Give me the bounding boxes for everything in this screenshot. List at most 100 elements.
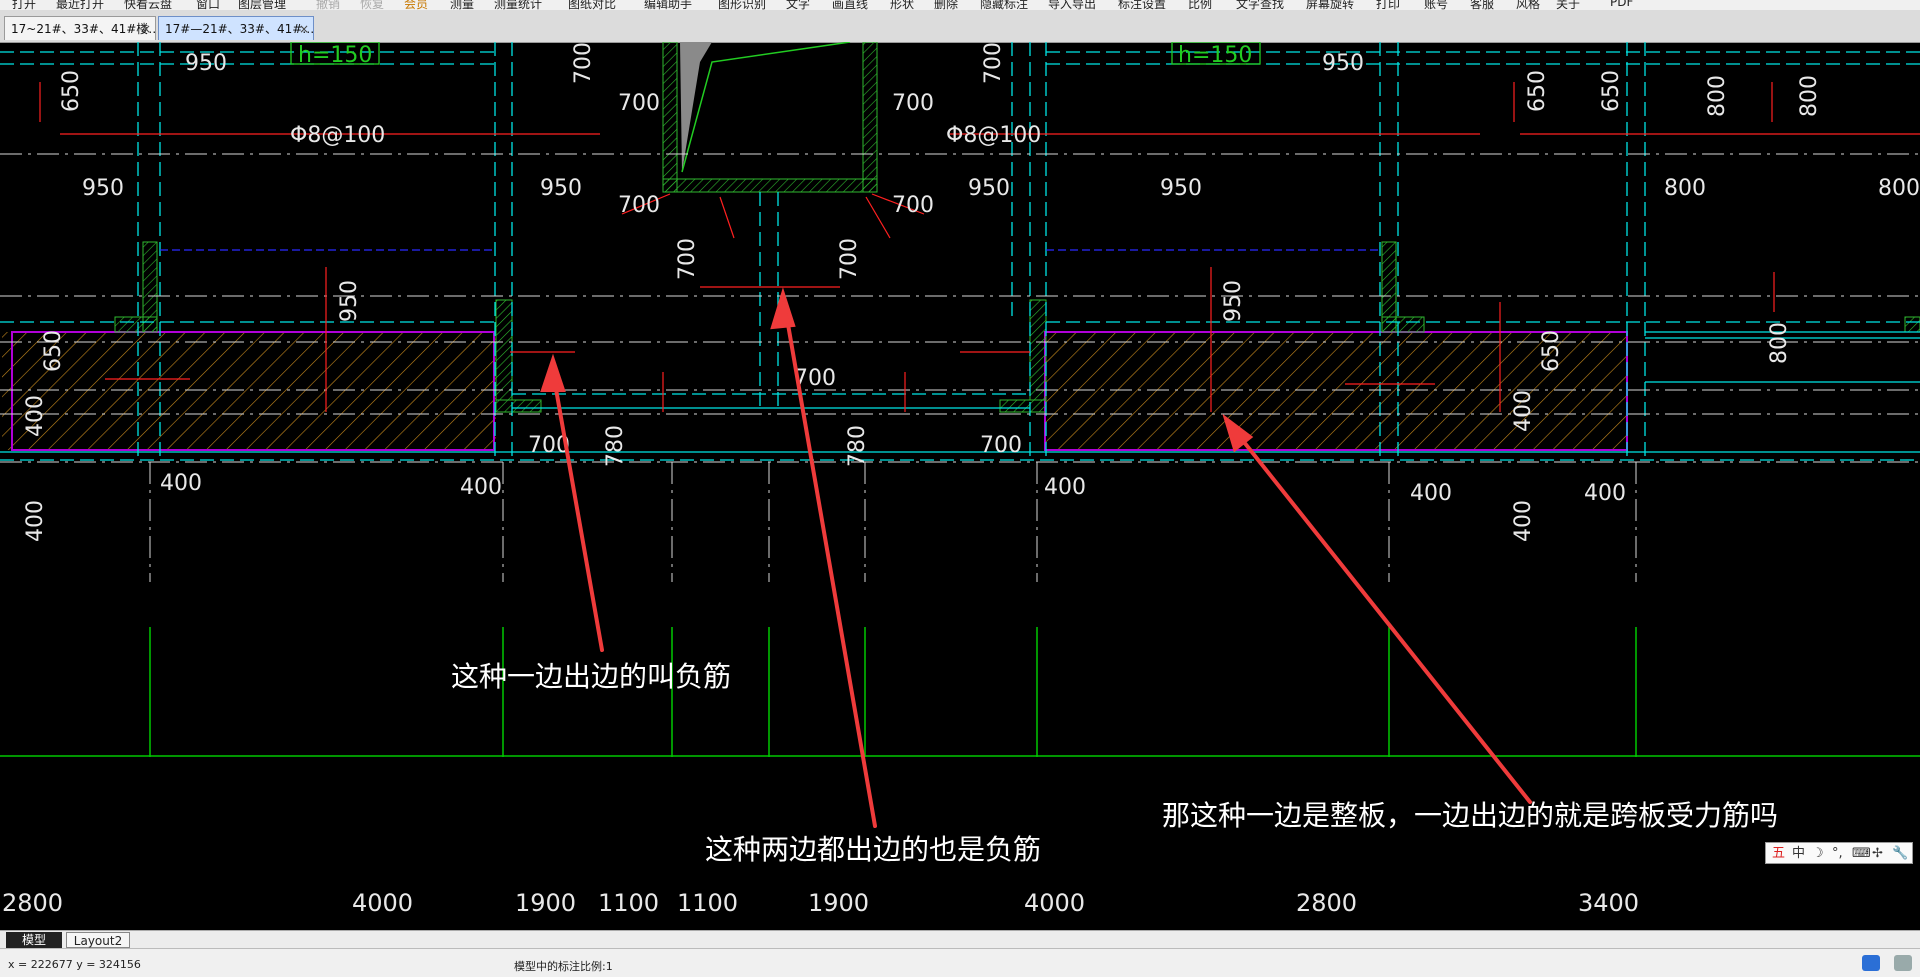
dimension-text: 950 bbox=[1322, 51, 1364, 76]
menu-item[interactable]: 图层管理 bbox=[238, 0, 286, 10]
layout-tab-bar: 模型 Layout2 bbox=[0, 930, 1920, 949]
menu-item[interactable]: 编辑助手 bbox=[644, 0, 692, 10]
rebar-spec-label: Φ8@100 bbox=[946, 123, 1041, 148]
slab-thickness-label: h=150 bbox=[1178, 43, 1252, 68]
dimension-text: 950 bbox=[82, 176, 124, 201]
coordinates-readout: x = 222677 y = 324156 bbox=[8, 958, 141, 971]
ime-item-icon[interactable]: ☽ bbox=[1812, 843, 1824, 865]
menu-item[interactable]: 账号 bbox=[1424, 0, 1448, 10]
menu-item[interactable]: 形状 bbox=[890, 0, 914, 10]
menu-item[interactable]: 最近打开 bbox=[56, 0, 104, 10]
menu-item[interactable]: 会员 bbox=[404, 0, 428, 10]
menu-item[interactable]: 导入导出 bbox=[1048, 0, 1096, 10]
dimension-text: 950 bbox=[1160, 176, 1202, 201]
document-tab-bar: 17~21#、33#、41#楼… × 17#—21#、33#、41#… × bbox=[0, 10, 1920, 43]
menu-item[interactable]: 图纸对比 bbox=[568, 0, 616, 10]
drawing-text-layer: h=150 h=150 Φ8@100 Φ8@100 950 650 700 700 700 700… bbox=[2, 42, 1920, 917]
dimension-text: 650 bbox=[1539, 330, 1564, 372]
menu-item[interactable]: 关于 bbox=[1556, 0, 1580, 10]
dimension-text: 650 bbox=[1525, 70, 1550, 112]
axis-dimension-text: 3400 bbox=[1578, 889, 1639, 917]
dimension-text: 800 bbox=[1767, 322, 1792, 364]
tray-app-icon[interactable] bbox=[1862, 955, 1880, 971]
ime-item-icon[interactable]: 中 bbox=[1792, 843, 1805, 865]
tab-layout2[interactable]: Layout2 bbox=[66, 932, 130, 948]
menu-item[interactable]: 画直线 bbox=[832, 0, 868, 10]
menu-item[interactable]: 文字查找 bbox=[1236, 0, 1284, 10]
ime-item-icon[interactable]: 五 bbox=[1772, 843, 1785, 865]
dimension-text: 400 bbox=[23, 500, 48, 542]
menu-item[interactable]: 窗口 bbox=[196, 0, 220, 10]
menu-item[interactable]: 屏幕旋转 bbox=[1306, 0, 1354, 10]
dimension-text: 950 bbox=[968, 176, 1010, 201]
dimension-text: 780 bbox=[603, 425, 628, 467]
dimension-text: 700 bbox=[618, 91, 660, 116]
document-tab-1[interactable]: 17~21#、33#、41#楼… × bbox=[4, 16, 156, 40]
annotation-note-right: 那这种一边是整板，一边出边的就是跨板受力筋吗 bbox=[1162, 799, 1779, 832]
dimension-text: 700 bbox=[837, 238, 862, 280]
dimension-text: 400 bbox=[1410, 481, 1452, 506]
document-tab-2[interactable]: 17#—21#、33#、41#… × bbox=[158, 16, 314, 40]
menu-item[interactable]: 图形识别 bbox=[718, 0, 766, 10]
dimension-text: 800 bbox=[1878, 176, 1920, 201]
axis-dimension-text: 1900 bbox=[515, 889, 576, 917]
ime-item-icon[interactable]: °, bbox=[1832, 843, 1843, 865]
dimension-text: 950 bbox=[540, 176, 582, 201]
dimension-text: 700 bbox=[892, 91, 934, 116]
axis-dimension-text: 4000 bbox=[352, 889, 413, 917]
dimension-text: 400 bbox=[23, 395, 48, 437]
ime-item-icon[interactable]: 🔧 bbox=[1892, 843, 1908, 865]
tray-settings-icon[interactable] bbox=[1894, 955, 1912, 971]
menu-item[interactable]: 标注设置 bbox=[1118, 0, 1166, 10]
menu-item[interactable]: 风格 bbox=[1516, 0, 1540, 10]
dimension-text: 950 bbox=[185, 51, 227, 76]
slab-thickness-label: h=150 bbox=[298, 43, 372, 68]
menu-item[interactable]: 隐藏标注 bbox=[980, 0, 1028, 10]
dimension-text: 950 bbox=[337, 280, 362, 322]
close-icon[interactable]: × bbox=[141, 17, 151, 40]
dimension-text: 700 bbox=[571, 42, 596, 84]
close-icon[interactable]: × bbox=[299, 17, 309, 40]
menu-bar: 打开 最近打开 快看云盘 窗口 图层管理 撤销 恢复 会员 测量 测量统计 图纸对比 编辑助手 图形识别… bbox=[0, 0, 1920, 10]
menu-item[interactable]: PDF bbox=[1610, 0, 1633, 9]
ime-item-icon[interactable]: ⌨ bbox=[1852, 843, 1871, 865]
dimension-text: 650 bbox=[41, 330, 66, 372]
menu-item[interactable]: 快看云盘 bbox=[124, 0, 172, 10]
axis-dimension-text: 4000 bbox=[1024, 889, 1085, 917]
axis-dimension-text: 1100 bbox=[677, 889, 738, 917]
annotation-note-left: 这种一边出边的叫负筋 bbox=[451, 660, 732, 693]
menu-item[interactable]: 测量 bbox=[450, 0, 474, 10]
dimension-text: 780 bbox=[845, 425, 870, 467]
dimension-text: 400 bbox=[1584, 481, 1626, 506]
menu-item[interactable]: 客服 bbox=[1470, 0, 1494, 10]
dimension-text: 950 bbox=[1221, 280, 1246, 322]
status-bar: x = 222677 y = 324156 模型中的标注比例:1 bbox=[0, 948, 1920, 977]
menu-item[interactable]: 比例 bbox=[1188, 0, 1212, 10]
menu-item[interactable]: 删除 bbox=[934, 0, 958, 10]
menu-item[interactable]: 打开 bbox=[12, 0, 36, 10]
menu-item[interactable]: 打印 bbox=[1376, 0, 1400, 10]
rebar-spec-label: Φ8@100 bbox=[290, 123, 385, 148]
dimension-text: 650 bbox=[1599, 70, 1624, 112]
ime-toolbar[interactable]: 五中 ☽ °, ⌨ ✢ 🔧 bbox=[1765, 842, 1913, 864]
axis-dimension-text: 1900 bbox=[808, 889, 869, 917]
dimension-text: 800 bbox=[1797, 75, 1822, 117]
dimension-text: 700 bbox=[618, 193, 660, 218]
axis-dimension-text: 1100 bbox=[598, 889, 659, 917]
hatched-slab-left bbox=[2, 332, 496, 450]
menu-item[interactable]: 测量统计 bbox=[494, 0, 542, 10]
dimension-text: 650 bbox=[59, 70, 84, 112]
ime-item-icon[interactable]: ✢ bbox=[1872, 843, 1883, 865]
annotation-note-middle: 这种两边都出边的也是负筋 bbox=[705, 833, 1042, 866]
axis-dimension-text: 2800 bbox=[1296, 889, 1357, 917]
dimension-text: 700 bbox=[980, 433, 1022, 458]
menu-item[interactable]: 文字 bbox=[786, 0, 810, 10]
drawing-canvas[interactable]: h=150 h=150 Φ8@100 Φ8@100 950 650 700 700 700 700… bbox=[0, 42, 1920, 930]
dimension-text: 400 bbox=[1044, 475, 1086, 500]
document-tab-1-label: 17~21#、33#、41#楼… bbox=[11, 22, 156, 36]
dimension-text: 700 bbox=[981, 42, 1006, 84]
dimension-text: 400 bbox=[1511, 500, 1536, 542]
tab-model[interactable]: 模型 bbox=[6, 932, 62, 948]
menu-item[interactable]: 撤销 bbox=[316, 0, 340, 10]
menu-item[interactable]: 恢复 bbox=[360, 0, 384, 10]
